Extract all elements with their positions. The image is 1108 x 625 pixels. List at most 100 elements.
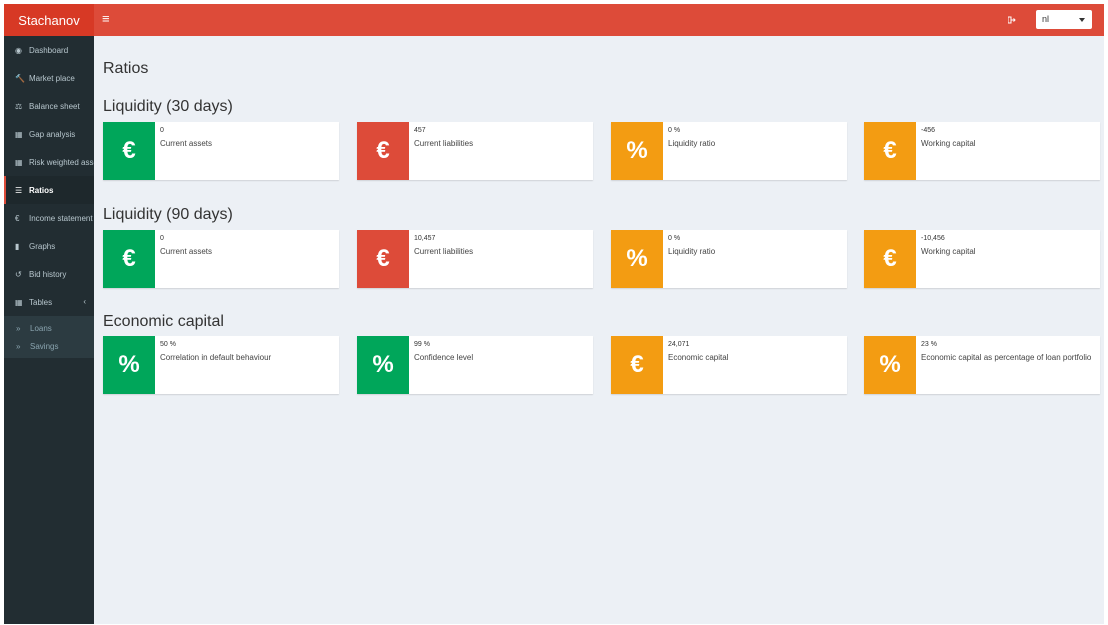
info-box-current-liabilities: €457 Current liabilities [357,122,593,180]
info-box-liquidity-ratio: % 0 % Liquidity ratio [611,122,847,180]
info-box-label: Current liabilities [414,247,474,256]
main-content: Ratios Liquidity (30 days) €0 Current asse… [94,36,1104,624]
info-box-economic-capital-as-percentage-of-loan-portfolio: % 23 % Economic capital as percentage of l… [864,336,1100,394]
info-box-label: Economic capital as percentage of loan p… [921,353,1092,362]
tables-submenu: » Loans » Savings [4,316,94,358]
table-icon: ▦ [15,297,23,307]
history-icon: ↺ [15,269,22,279]
info-box-value: 10,457 [414,235,436,242]
info-box-value: 0 % [668,235,681,242]
sidebar-item-tables[interactable]: ▦ Tables ‹ [4,288,94,316]
angle-double-right-icon: » [16,341,21,351]
section-title: Economic capital [103,313,224,330]
sidebar-subitem-label: Savings [30,341,59,351]
info-box-current-assets: €0 Current assets [103,122,339,180]
sidebar-item-label: Market place [29,73,75,83]
info-box-label: Working capital [921,139,976,148]
sidebar-item-risk-weighted-assets[interactable]: ▦ Risk weighted assets [4,148,94,176]
euro-icon: € [103,122,155,180]
euro-icon: € [15,213,20,223]
sidebar-item-income-statement[interactable]: € Income statement [4,204,94,232]
sidebar: ◉ Dashboard 🔨 Market place ⚖ Balance sheet ▦ Ga… [4,36,94,624]
sidebar-item-label: Ratios [29,185,54,195]
info-box-label: Current liabilities [414,139,474,148]
info-box-value: 0 [160,235,164,242]
bar-chart-icon: ▮ [15,241,20,251]
euro-icon: € [864,230,916,288]
percent-icon: % [357,336,409,394]
info-box-label: Working capital [921,247,976,256]
info-box-label: Economic capital [668,353,729,362]
sidebar-toggle-icon[interactable]: ≡ [102,11,110,26]
info-box-value: 99 % [414,341,430,348]
language-select[interactable]: nl [1036,10,1092,29]
sidebar-subitem-label: Loans [30,323,52,333]
percent-icon: % [611,230,663,288]
sidebar-subitem-savings[interactable]: » Savings [4,337,94,355]
info-box-value: 0 % [668,127,681,134]
info-box-correlation-in-default-behaviour: % 50 % Correlation in default behaviour [103,336,339,394]
info-box-current-assets: €0 Current assets [103,230,339,288]
info-box-value: -456 [921,127,936,134]
euro-icon: € [357,230,409,288]
sidebar-subitem-loans[interactable]: » Loans [4,319,94,337]
euro-icon: € [864,122,916,180]
sidebar-item-label: Bid history [29,269,67,279]
app-logo[interactable]: Stachanov [4,4,94,36]
info-box-value: -10,456 [921,235,945,242]
info-box-working-capital: € -456 Working capital [864,122,1100,180]
sidebar-item-bid-history[interactable]: ↺ Bid history [4,260,94,288]
balance-scale-icon: ⚖ [15,101,23,111]
info-box-value: 457 [414,127,426,134]
info-box-label: Correlation in default behaviour [160,353,272,362]
info-box-current-liabilities: €10,457 Current liabilities [357,230,593,288]
section-title: Liquidity (90 days) [103,206,233,223]
page-title: Ratios [103,60,149,77]
section-title: Liquidity (30 days) [103,98,233,115]
sidebar-item-ratios[interactable]: ☰ Ratios [4,176,94,204]
sidebar-item-label: Graphs [29,241,56,251]
info-box-value: 24,071 [668,341,690,348]
percent-icon: % [864,336,916,394]
table-icon: ▦ [15,157,23,167]
sidebar-item-graphs[interactable]: ▮ Graphs [4,232,94,260]
percent-icon: % [611,122,663,180]
sidebar-item-label: Gap analysis [29,129,76,139]
sign-out-icon[interactable] [1008,16,1016,24]
info-box-liquidity-ratio: % 0 % Liquidity ratio [611,230,847,288]
angle-double-right-icon: » [16,323,21,333]
dashboard-icon: ◉ [15,45,22,55]
top-navbar: ≡ nl [94,4,1104,36]
sidebar-item-label: Risk weighted assets [29,157,94,167]
info-box-label: Confidence level [414,353,474,362]
info-box-value: 23 % [921,341,937,348]
percent-icon: % [103,336,155,394]
chevron-left-icon: ‹ [83,297,86,306]
euro-icon: € [357,122,409,180]
sidebar-item-label: Tables [29,297,53,307]
sidebar-item-label: Balance sheet [29,101,80,111]
info-box-label: Liquidity ratio [668,247,716,256]
gavel-icon: 🔨 [15,73,25,83]
table-icon: ▦ [15,129,23,139]
chevron-down-icon [1079,18,1085,22]
info-box-label: Liquidity ratio [668,139,716,148]
info-box-label: Current assets [160,139,213,148]
sidebar-item-market-place[interactable]: 🔨 Market place [4,64,94,92]
sidebar-item-gap-analysis[interactable]: ▦ Gap analysis [4,120,94,148]
euro-icon: € [611,336,663,394]
sidebar-item-label: Dashboard [29,45,69,55]
info-box-economic-capital: €24,071 Economic capital [611,336,847,394]
language-value: nl [1042,14,1050,24]
info-box-label: Current assets [160,247,213,256]
sidebar-item-label: Income statement [29,213,93,223]
list-icon: ☰ [15,185,23,195]
euro-icon: € [103,230,155,288]
logo-text: Stachanov [18,12,80,28]
sidebar-item-balance-sheet[interactable]: ⚖ Balance sheet [4,92,94,120]
info-box-confidence-level: % 99 % Confidence level [357,336,593,394]
info-box-value: 50 % [160,341,176,348]
info-box-working-capital: € -10,456 Working capital [864,230,1100,288]
sidebar-item-dashboard[interactable]: ◉ Dashboard [4,36,94,64]
info-box-value: 0 [160,127,164,134]
